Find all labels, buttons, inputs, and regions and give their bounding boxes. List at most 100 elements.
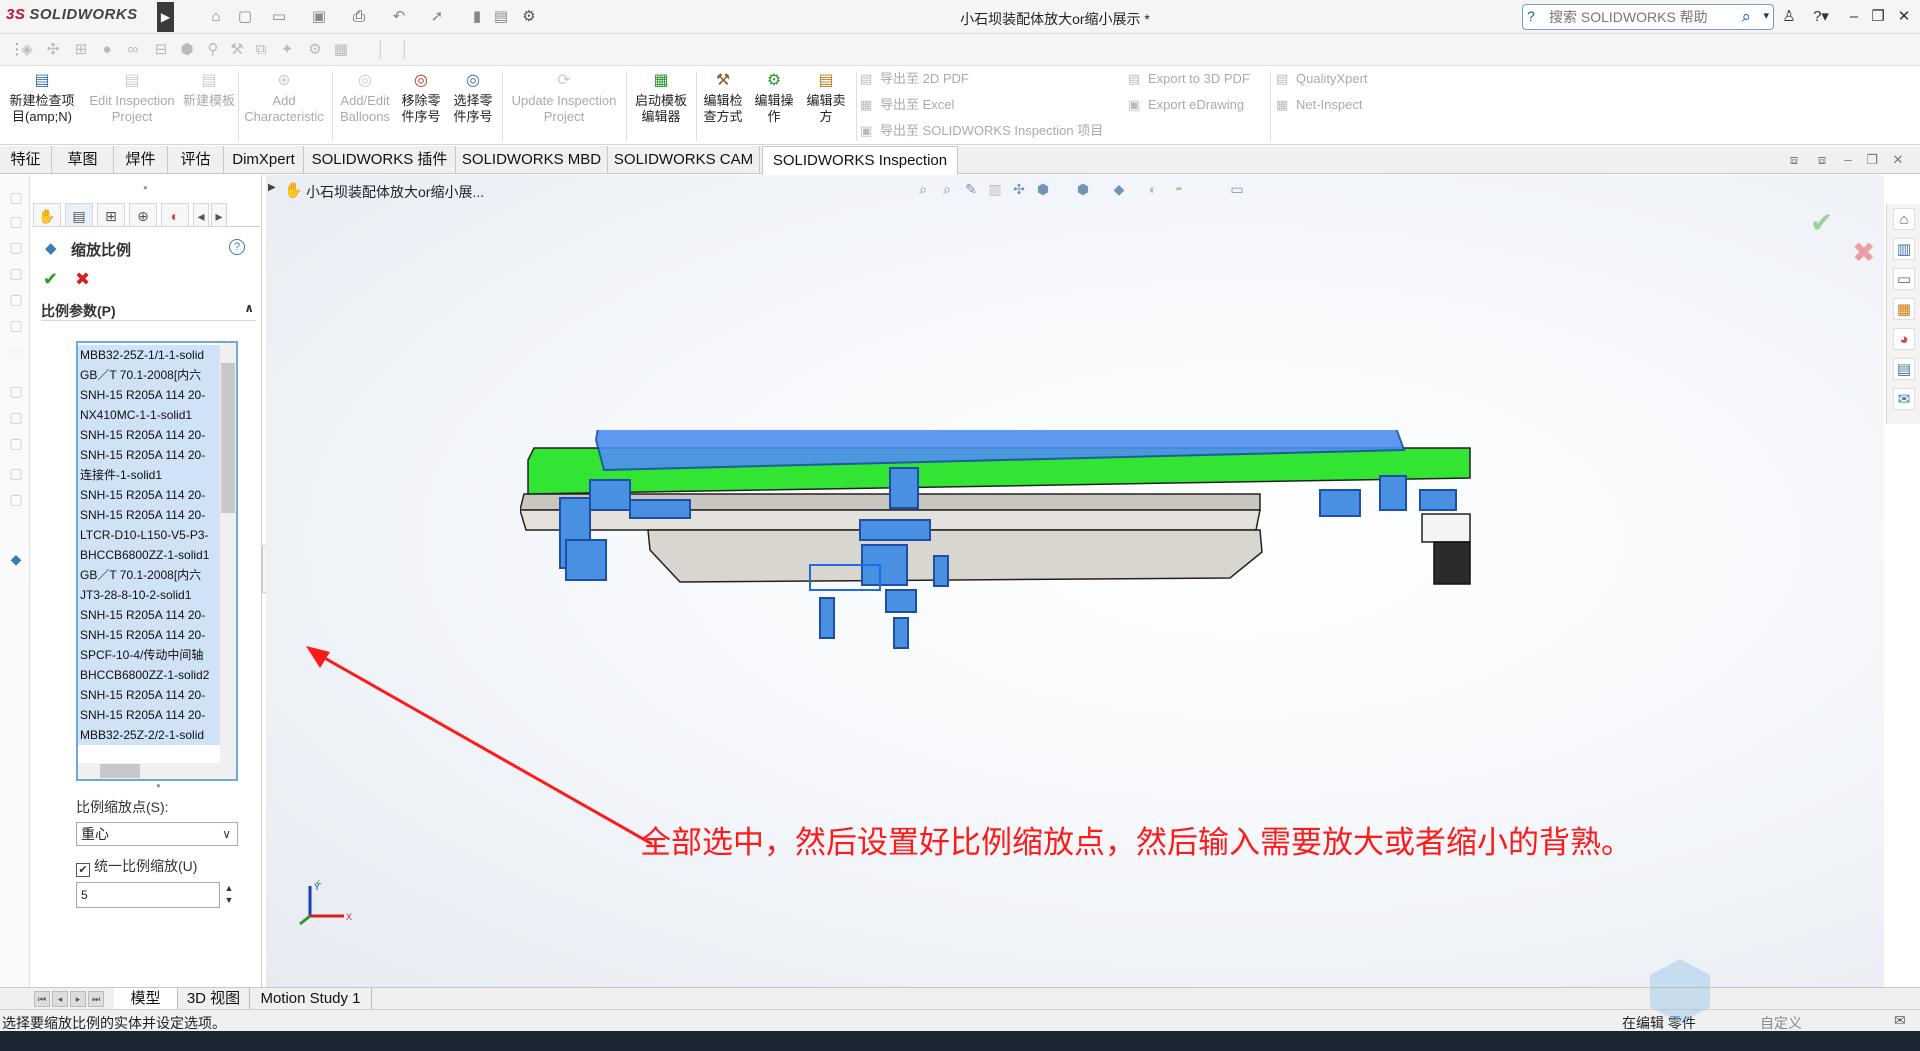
smart-dimension-icon[interactable]: ◈ (18, 41, 36, 59)
blocks-icon[interactable]: ▦ (332, 41, 350, 59)
hide-show-items-icon[interactable]: ◆ (1110, 181, 1128, 201)
tool-icon-7[interactable]: ◌ (7, 343, 25, 361)
search-icon[interactable]: ⌕ (1741, 7, 1751, 27)
user-icon[interactable]: ♙ (1782, 6, 1796, 28)
home-icon[interactable]: ⌂ (207, 8, 225, 26)
mate-icon[interactable]: ∞ (124, 41, 142, 59)
new-document-icon[interactable]: ▢ (236, 8, 254, 26)
list-item[interactable]: BHCCB6800ZZ-1-solid1 (78, 545, 221, 565)
last-tab-nav-icon[interactable]: ⏭ (88, 991, 104, 1007)
export-edrawing-button[interactable]: ▣ Export eDrawing (1128, 95, 1244, 115)
launch-template-editor-button[interactable]: ▦ 启动模板编辑器 (630, 71, 692, 143)
feature-manager-tab-icon[interactable]: ✋ (33, 203, 61, 227)
scale-spinner[interactable]: ▲ ▼ (222, 882, 236, 908)
sphere-icon[interactable]: ● (98, 41, 116, 59)
doc-minimize-button[interactable]: – (1840, 152, 1856, 168)
remove-balloon-button[interactable]: ◎ 移除零件序号 (396, 71, 446, 143)
resize-handle-icon[interactable]: ● (156, 781, 161, 790)
group-header[interactable]: 比例参数(P) ∧ (41, 301, 256, 321)
list-item[interactable]: GB／T 70.1-2008[内六 (78, 565, 221, 585)
list-item[interactable]: SNH-15 R205A 114 20- (78, 485, 221, 505)
tab-features[interactable]: 特征 (0, 146, 52, 174)
tool-icon-4[interactable]: ▢ (7, 265, 25, 283)
list-item[interactable]: LTCR-D10-L150-V5-P3- (78, 525, 221, 545)
list-item[interactable]: SNH-15 R205A 114 20- (78, 425, 221, 445)
tool-icon-9[interactable]: ▢ (7, 409, 25, 427)
tab-dimxpert[interactable]: DimXpert (224, 146, 304, 174)
help-search-box[interactable]: ? ⌕ ▾ (1522, 4, 1774, 30)
list-vertical-scrollbar[interactable] (220, 343, 236, 763)
list-item[interactable]: GB／T 70.1-2008[内六 (78, 365, 221, 385)
design-library-icon[interactable]: ▥ (1893, 238, 1915, 260)
tab-inspection[interactable]: SOLIDWORKS Inspection (762, 146, 958, 175)
appearances-icon[interactable]: ◕ (1893, 328, 1915, 350)
chevron-down-icon[interactable]: ▾ (1763, 9, 1769, 22)
bracket-icon[interactable]: ⧉ (252, 41, 270, 59)
new-inspection-project-button[interactable]: ▤ 新建检查项目(amp;N) (6, 71, 78, 143)
section-view-icon[interactable]: ▥ (986, 181, 1004, 201)
list-horizontal-scrollbar[interactable] (78, 763, 236, 779)
edit-inspection-project-button[interactable]: ▤ Edit Inspection Project (86, 71, 178, 143)
tab-motion-study[interactable]: Motion Study 1 (250, 988, 372, 1009)
export-2d-pdf-button[interactable]: ▤ 导出至 2D PDF (860, 69, 969, 89)
list-item[interactable]: 连接件-1-solid1 (78, 465, 221, 485)
tab-model[interactable]: 模型 (114, 988, 178, 1009)
list-item[interactable]: SNH-15 R205A 114 20- (78, 445, 221, 465)
undo-icon[interactable]: ↶ (390, 8, 408, 26)
scale-point-select[interactable]: 重心 ∨ (76, 822, 238, 846)
tab-3d-view[interactable]: 3D 视图 (178, 988, 250, 1009)
tool-icon[interactable]: ✣ (44, 41, 62, 59)
tab-cam[interactable]: SOLIDWORKS CAM (608, 146, 760, 174)
help-menu-icon[interactable]: ?▾ (1810, 6, 1832, 28)
view-settings-icon[interactable]: ▭ (1228, 181, 1246, 201)
pin-icon[interactable]: ⚲ (204, 41, 222, 59)
zoom-to-fit-icon[interactable]: ⌕ (914, 181, 932, 201)
add-edit-balloons-button[interactable]: ◎ Add/Edit Balloons (334, 71, 396, 143)
custom-properties-icon[interactable]: ▤ (1893, 358, 1915, 380)
tab-sketch[interactable]: 草图 (52, 146, 114, 174)
save-icon[interactable]: ▣ (310, 8, 328, 26)
tool-icon-10[interactable]: ▢ (7, 435, 25, 453)
next-tab-nav-icon[interactable]: ▸ (70, 991, 86, 1007)
list-item[interactable]: SNH-15 R205A 114 20- (78, 705, 221, 725)
assembly-model[interactable] (520, 430, 1480, 650)
list-item[interactable]: SNH-15 R205A 114 20- (78, 685, 221, 705)
ok-button[interactable]: ✔ (43, 269, 58, 290)
feature-tree-name[interactable]: 小石坝装配体放大or缩小展... (306, 182, 484, 202)
bolt-icon[interactable]: ⚒ (228, 41, 246, 59)
add-characteristic-button[interactable]: ⊕ Add Characteristic (242, 71, 326, 143)
tab-addins[interactable]: SOLIDWORKS 插件 (304, 146, 456, 174)
tool-icon-3[interactable]: ▢ (7, 239, 25, 257)
help-icon[interactable]: ? (229, 239, 245, 255)
view-orientation-icon[interactable]: ⬢ (1034, 181, 1052, 201)
list-item[interactable]: SNH-15 R205A 114 20- (78, 625, 221, 645)
list-item[interactable]: MBB32-25Z-1/1-1-solid (78, 345, 221, 365)
edit-vendor-button[interactable]: ▤ 编辑卖方 (802, 71, 850, 143)
export-3d-pdf-button[interactable]: ▤ Export to 3D PDF (1128, 69, 1250, 89)
qualityxpert-button[interactable]: ▤ QualityXpert (1276, 69, 1368, 89)
home-icon[interactable]: ⌂ (1893, 208, 1915, 230)
shape-icon[interactable]: ✦ (278, 41, 296, 59)
tool-icon-11[interactable]: ▢ (7, 465, 25, 483)
close-button[interactable]: ✕ (1896, 6, 1912, 28)
pattern-icon[interactable]: ⊟ (152, 41, 170, 59)
prev-tab-nav-icon[interactable]: ◂ (52, 991, 68, 1007)
solidworks-logo[interactable]: 3S SOLIDWORKS (6, 6, 156, 28)
select-balloon-button[interactable]: ◎ 选择零件序号 (448, 71, 498, 143)
list-item[interactable]: SNH-15 R205A 114 20- (78, 605, 221, 625)
scroll-thumb[interactable] (100, 764, 140, 778)
edit-operation-button[interactable]: ⚙ 编辑操作 (750, 71, 798, 143)
file-properties-icon[interactable]: ▤ (492, 8, 510, 26)
list-item[interactable]: MBB32-25Z-2/2-1-solid (78, 725, 221, 745)
uniform-scale-checkbox[interactable]: ✔ 统一比例缩放(U) (76, 856, 197, 877)
tool-icon-1[interactable]: ▢ (7, 189, 25, 207)
tile-horizontal-icon[interactable]: ⧈ (1786, 152, 1802, 168)
list-item[interactable]: SNH-15 R205A 114 20- (78, 505, 221, 525)
list-item[interactable]: BHCCB6800ZZ-1-solid2 (78, 665, 221, 685)
cube-icon[interactable]: ⬢ (178, 41, 196, 59)
cancel-x-icon[interactable]: ✖ (1852, 236, 1875, 269)
chevron-up-icon[interactable]: ∧ (244, 301, 254, 315)
display-manager-tab-icon[interactable]: ◐ (161, 203, 189, 227)
search-input[interactable] (1549, 8, 1729, 26)
settings-icon[interactable]: ⚙ (306, 41, 324, 59)
